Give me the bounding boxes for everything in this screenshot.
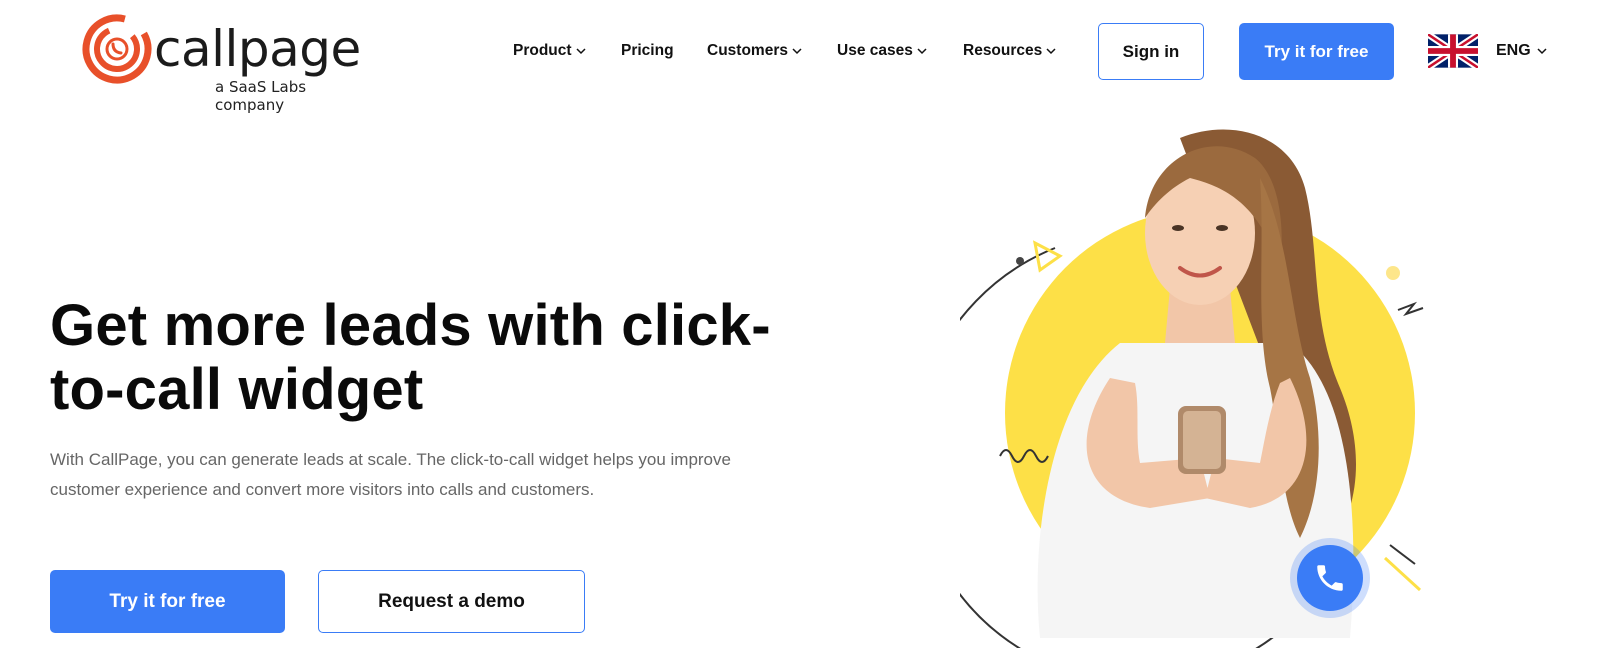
nav-pricing-label: Pricing bbox=[621, 42, 674, 59]
hero-title: Get more leads with click-to-call widget bbox=[50, 293, 771, 422]
hero-description: With CallPage, you can generate leads at… bbox=[50, 450, 731, 499]
callpage-logo[interactable]: callpage a SaaS Labs company bbox=[82, 6, 372, 114]
language-selector[interactable]: ENG bbox=[1428, 34, 1548, 68]
uk-flag-icon bbox=[1428, 34, 1478, 68]
chevron-down-icon bbox=[917, 48, 927, 55]
nav-pricing[interactable]: Pricing bbox=[621, 40, 674, 62]
chevron-down-icon bbox=[1537, 48, 1547, 55]
chevron-down-icon bbox=[1046, 48, 1056, 55]
nav-resources-label: Resources bbox=[963, 42, 1043, 59]
dot-decoration bbox=[1016, 257, 1024, 265]
nav-use-cases-label: Use cases bbox=[837, 42, 913, 59]
hero-try-free-button[interactable]: Try it for free bbox=[50, 570, 285, 633]
callpage-logo-icon bbox=[82, 14, 152, 84]
nav-product[interactable]: Product bbox=[513, 40, 587, 62]
phone-icon bbox=[1317, 565, 1343, 591]
logo-tagline: a SaaS Labs company bbox=[215, 78, 307, 114]
call-widget-button[interactable] bbox=[1290, 538, 1370, 618]
nav-resources[interactable]: Resources bbox=[963, 40, 1057, 62]
nav-customers-label: Customers bbox=[707, 42, 788, 59]
triangle-decoration bbox=[1032, 240, 1063, 273]
call-widget-inner bbox=[1297, 545, 1363, 611]
nav-use-cases[interactable]: Use cases bbox=[837, 40, 928, 62]
logo-wordmark: callpage bbox=[154, 20, 361, 78]
zigzag-decoration bbox=[1397, 301, 1424, 317]
request-demo-button[interactable]: Request a demo bbox=[318, 570, 585, 633]
chevron-down-icon bbox=[576, 48, 586, 55]
language-label: ENG bbox=[1496, 42, 1531, 59]
line-decoration bbox=[1389, 544, 1416, 565]
nav-product-label: Product bbox=[513, 42, 572, 59]
dot-yellow-decoration bbox=[1386, 266, 1400, 280]
site-header: callpage a SaaS Labs company Product Pri… bbox=[0, 0, 1600, 114]
chevron-down-icon bbox=[792, 48, 802, 55]
nav-customers[interactable]: Customers bbox=[707, 40, 803, 62]
header-try-free-button[interactable]: Try it for free bbox=[1239, 23, 1394, 80]
sign-in-button[interactable]: Sign in bbox=[1098, 23, 1204, 80]
